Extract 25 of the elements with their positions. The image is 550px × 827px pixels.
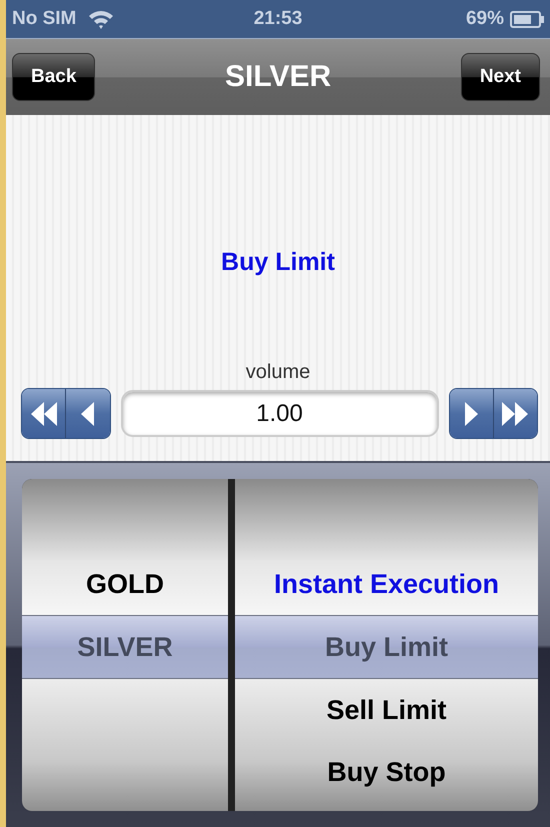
fast-increase-button[interactable] <box>492 389 537 438</box>
picker-item[interactable]: Buy Stop <box>235 741 538 803</box>
wifi-icon <box>88 10 114 28</box>
screen-title: SILVER <box>224 60 332 94</box>
left-triangle-icon <box>81 402 94 426</box>
battery-percent: 69% <box>466 8 504 30</box>
double-left-triangle-icon <box>30 402 57 426</box>
fast-decrease-button[interactable] <box>22 389 66 438</box>
double-right-triangle-icon <box>502 402 528 426</box>
picker-item[interactable]: Sell Limit <box>235 679 538 741</box>
right-triangle-icon <box>464 402 478 426</box>
battery-icon <box>510 10 544 28</box>
increase-button[interactable] <box>450 389 493 438</box>
picker-item[interactable]: GOLD <box>22 553 228 615</box>
order-type-text: Buy Limit <box>221 248 335 277</box>
picker-item[interactable]: Buy Limit <box>235 615 538 679</box>
decrease-button[interactable] <box>65 389 110 438</box>
picker-group-item[interactable]: Instant Execution <box>235 553 538 615</box>
volume-label: volume <box>246 361 310 384</box>
volume-field[interactable]: 1.00 <box>120 390 438 437</box>
picker-item[interactable]: SILVER <box>22 615 228 679</box>
next-button[interactable]: Next <box>460 53 540 101</box>
carrier-text: No SIM <box>12 8 76 30</box>
clock-text: 21:53 <box>254 8 302 30</box>
back-button[interactable]: Back <box>12 53 96 101</box>
